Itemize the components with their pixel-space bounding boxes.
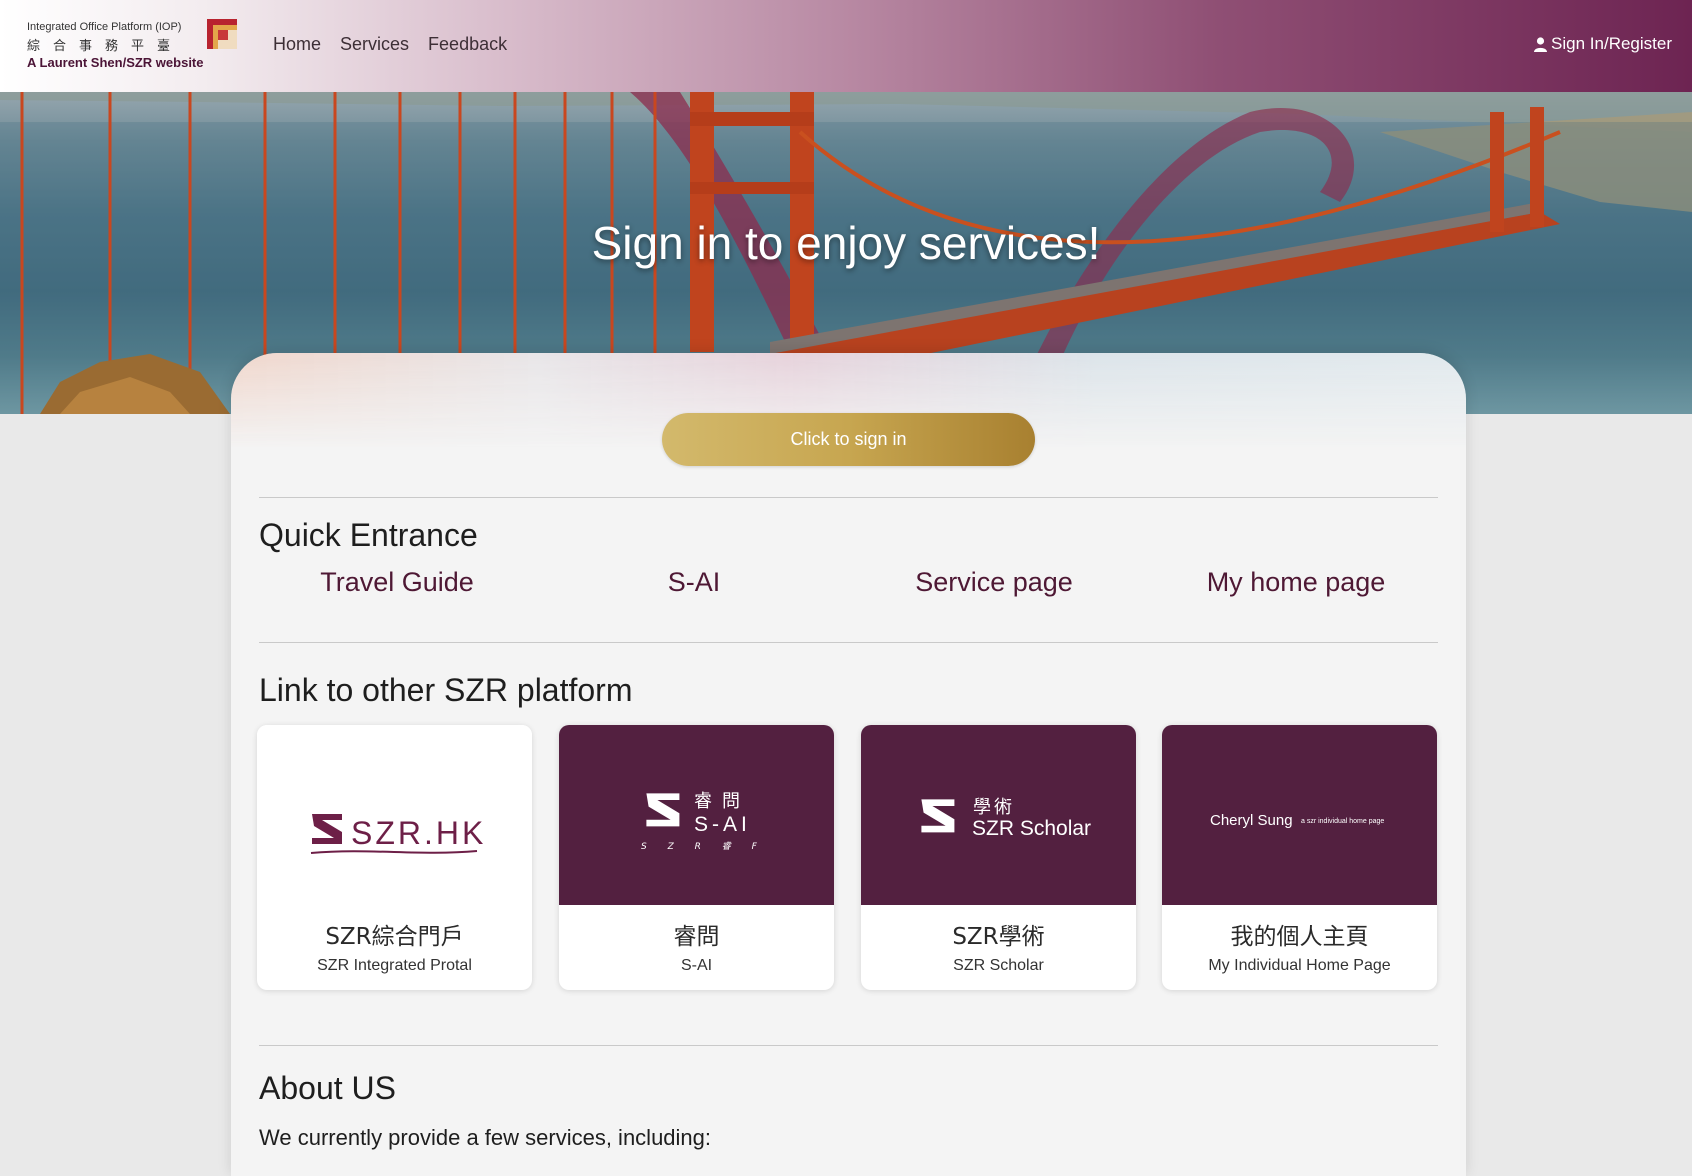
nav-services[interactable]: Services xyxy=(340,34,409,55)
szr-hk-underline xyxy=(310,850,478,854)
about-us-title: About US xyxy=(259,1070,396,1106)
szr-logo-mark-icon xyxy=(646,793,680,827)
platform-card-subtitle: S-AI xyxy=(680,957,713,974)
quick-link-service-page[interactable]: Service page xyxy=(915,567,1073,598)
quick-link-my-home-page[interactable]: My home page xyxy=(1207,567,1386,598)
sign-in-register-link[interactable]: Sign In/Register xyxy=(1534,34,1672,54)
click-to-sign-in-button[interactable]: Click to sign in xyxy=(662,413,1035,466)
szr-scholar-logo-chinese: 學術 xyxy=(973,797,1015,818)
about-us-text: We currently provide a few services, inc… xyxy=(259,1125,712,1150)
cheryl-sung-logo-text: Cheryl Sung xyxy=(1210,812,1293,829)
szr-scholar-logo-text: SZR Scholar xyxy=(972,817,1092,840)
platform-card-szr-hk[interactable]: SZR.HK SZR綜合門戶 SZR Integrated Protal xyxy=(257,725,532,990)
szr-logo-mark-icon xyxy=(921,799,955,833)
platform-card-subtitle: My Individual Home Page xyxy=(1208,957,1391,974)
main-nav: Home Services Feedback xyxy=(273,34,507,55)
logo-mark-icon xyxy=(207,19,237,49)
site-logo[interactable]: Integrated Office Platform (IOP) 綜合事務平臺 … xyxy=(26,18,241,74)
szr-hk-logo: SZR.HK xyxy=(257,725,532,905)
user-icon xyxy=(1534,36,1548,52)
cheryl-sung-logo-small: a szr individual home page xyxy=(1301,818,1385,825)
quick-link-travel-guide[interactable]: Travel Guide xyxy=(320,567,474,598)
platforms-title: Link to other SZR platform xyxy=(259,672,633,708)
s-ai-logo-small: S Z R 睿 F xyxy=(641,842,766,852)
s-ai-logo: 睿問 S-AI S Z R 睿 F xyxy=(559,725,834,905)
top-navbar: Integrated Office Platform (IOP) 綜合事務平臺 … xyxy=(0,0,1692,92)
platform-card-szr-scholar[interactable]: 學術 SZR Scholar SZR學術 SZR Scholar xyxy=(861,725,1136,990)
logo-chinese-text: 綜合事務平臺 xyxy=(27,39,184,54)
platform-card-subtitle: SZR Integrated Protal xyxy=(317,957,472,974)
platform-card-title: 睿問 xyxy=(673,924,720,950)
nav-home[interactable]: Home xyxy=(273,34,321,55)
platform-card-s-ai[interactable]: 睿問 S-AI S Z R 睿 F 睿問 S-AI xyxy=(559,725,834,990)
platform-card-title: SZR學術 xyxy=(952,924,1045,950)
szr-scholar-logo: 學術 SZR Scholar xyxy=(861,725,1136,905)
szr-logo-mark-icon xyxy=(312,814,342,844)
s-ai-logo-chinese: 睿問 xyxy=(694,791,750,812)
logo-english-text: Integrated Office Platform (IOP) xyxy=(27,21,182,33)
platform-card-title: SZR綜合門戶 xyxy=(325,924,464,950)
quick-entrance-title: Quick Entrance xyxy=(259,517,478,553)
hero-title: Sign in to enjoy services! xyxy=(591,217,1101,269)
divider xyxy=(259,1045,1438,1046)
platform-card-subtitle: SZR Scholar xyxy=(953,957,1044,974)
sign-in-register-label: Sign In/Register xyxy=(1551,34,1672,53)
nav-feedback[interactable]: Feedback xyxy=(428,34,507,55)
quick-entrance-links: Travel Guide S-AI Service page My home p… xyxy=(259,567,1438,607)
platform-card-title: 我的個人主頁 xyxy=(1230,924,1369,950)
cheryl-sung-logo: Cheryl Sung a szr individual home page xyxy=(1162,725,1437,905)
platform-card-home-page[interactable]: Cheryl Sung a szr individual home page 我… xyxy=(1162,725,1437,990)
s-ai-logo-text: S-AI xyxy=(694,813,751,836)
divider xyxy=(259,642,1438,643)
quick-link-s-ai[interactable]: S-AI xyxy=(668,567,721,598)
logo-subtitle: A Laurent Shen/SZR website xyxy=(27,55,204,70)
main-content-card: Click to sign in Quick Entrance Travel G… xyxy=(231,353,1466,1176)
divider xyxy=(259,497,1438,498)
